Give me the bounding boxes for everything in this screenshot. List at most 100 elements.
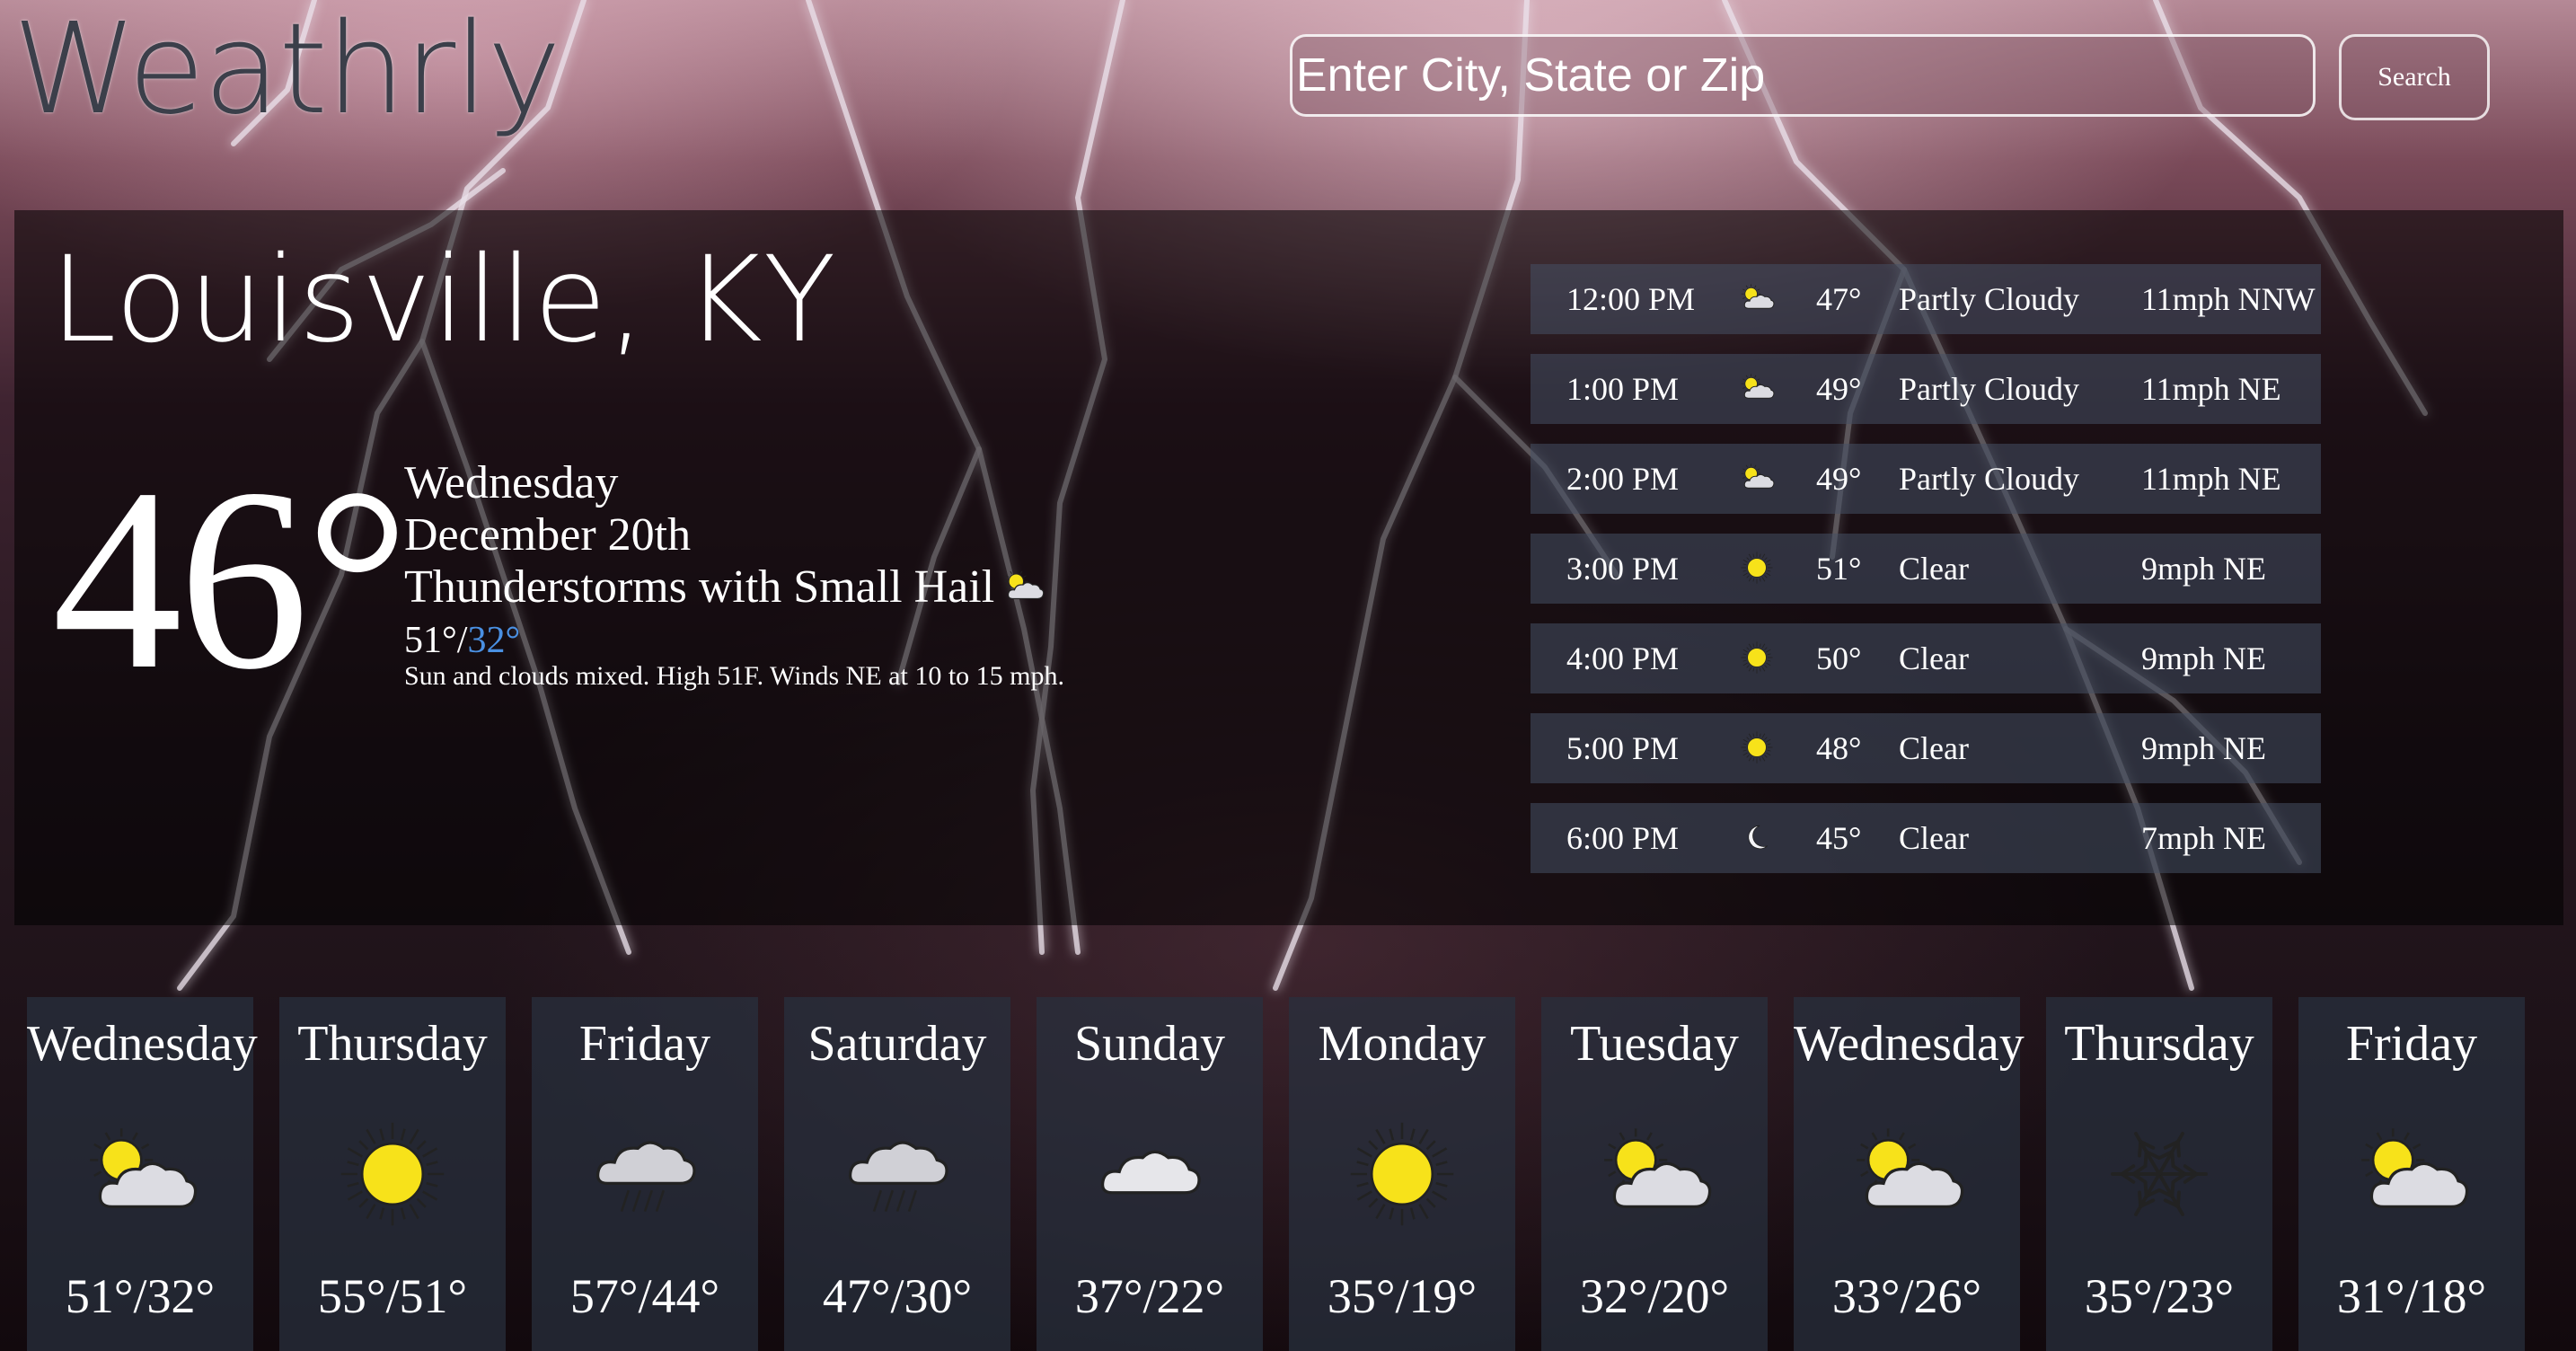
partly-cloudy-icon [2349, 1116, 2475, 1232]
day-temps: 51°/32° [65, 1269, 216, 1323]
hour-wind: 9mph NE [2141, 730, 2266, 766]
partly-cloudy-icon [1739, 280, 1778, 318]
hour-time: 12:00 PM [1566, 281, 1696, 317]
day-card: Saturday 47°/30° [784, 997, 1010, 1351]
day-card: Tuesday 32°/20° [1541, 997, 1768, 1351]
day-name: Friday [578, 1016, 711, 1072]
day-card: Thursday 35°/23° [2046, 997, 2272, 1351]
daily-forecast: Wednesday 51°/32° Thursday 55°/51° Frida… [27, 997, 2576, 1351]
hourly-row: 1:00 PM 49° Partly Cloudy 11mph NE [1531, 354, 2321, 424]
rain-icon [582, 1116, 708, 1232]
day-card: Wednesday 51°/32° [27, 997, 258, 1351]
day-name: Wednesday [1794, 1016, 2025, 1072]
forecast-summary: Sun and clouds mixed. High 51F. Winds NE… [404, 661, 1064, 691]
day-name: Tuesday [1570, 1016, 1739, 1072]
hourly-row: 12:00 PM 47° Partly Cloudy 11mph NNW [1531, 264, 2321, 334]
hour-time: 5:00 PM [1566, 730, 1680, 766]
partly-cloudy-icon [1001, 565, 1045, 617]
hourly-row: 5:00 PM 48° Clear 9mph NE [1531, 713, 2321, 783]
current-date: December 20th [404, 509, 692, 561]
partly-cloudy-icon [1739, 460, 1778, 498]
hour-condition: Clear [1899, 730, 1969, 766]
day-temps: 35°/23° [2084, 1269, 2235, 1323]
hour-temp: 48° [1816, 730, 1862, 766]
cloud-icon [1087, 1116, 1213, 1232]
hour-condition: Clear [1899, 640, 1969, 676]
high-low: 51°/32° [404, 622, 1064, 661]
day-temps: 31°/18° [2336, 1269, 2487, 1323]
hour-wind: 11mph NE [2141, 371, 2281, 407]
day-temps: 55°/51° [317, 1269, 468, 1323]
hour-time: 3:00 PM [1566, 551, 1680, 587]
day-temps: 37°/22° [1074, 1269, 1225, 1323]
hour-temp: 45° [1816, 820, 1862, 856]
day-card: Thursday 55°/51° [279, 997, 506, 1351]
sun-icon [1339, 1116, 1465, 1232]
hour-temp: 47° [1816, 281, 1862, 317]
hour-wind: 7mph NE [2141, 820, 2266, 856]
hour-wind: 9mph NE [2141, 551, 2266, 587]
hour-temp: 51° [1816, 551, 1862, 587]
hour-condition: Partly Cloudy [1899, 371, 2080, 407]
hour-time: 2:00 PM [1566, 461, 1680, 497]
current-details: Wednesday December 20th Thunderstorms wi… [404, 460, 1064, 690]
day-name: Wednesday [27, 1016, 258, 1072]
hour-wind: 9mph NE [2141, 640, 2266, 676]
sun-icon [1739, 550, 1778, 587]
partly-cloudy-icon [1739, 370, 1778, 408]
hour-temp: 49° [1816, 371, 1862, 407]
day-name: Sunday [1074, 1016, 1225, 1072]
rain-icon [834, 1116, 960, 1232]
current-temperature: 46° [52, 435, 410, 723]
high-temp: 51° [404, 620, 457, 661]
day-card: Monday 35°/19° [1289, 997, 1515, 1351]
day-temps: 47°/30° [822, 1269, 973, 1323]
search-input[interactable] [1290, 34, 2316, 117]
hour-condition: Partly Cloudy [1899, 461, 2080, 497]
day-name: Thursday [2064, 1016, 2254, 1072]
sun-icon [330, 1116, 455, 1232]
day-temps: 57°/44° [569, 1269, 720, 1323]
city-name: Louisville, KY [50, 231, 837, 369]
day-card: Sunday 37°/22° [1037, 997, 1263, 1351]
hour-wind: 11mph NNW [2141, 281, 2316, 317]
hour-time: 6:00 PM [1566, 820, 1680, 856]
day-temps: 35°/19° [1327, 1269, 1478, 1323]
day-card: Friday 31°/18° [2298, 997, 2525, 1351]
temp-separator: / [456, 620, 468, 661]
search-button[interactable]: Search [2339, 34, 2490, 120]
day-temps: 33°/26° [1831, 1269, 1982, 1323]
hour-temp: 49° [1816, 461, 1862, 497]
hour-time: 4:00 PM [1566, 640, 1680, 676]
partly-cloudy-icon [1592, 1116, 1717, 1232]
snow-icon [2096, 1116, 2222, 1232]
moon-icon [1739, 819, 1778, 857]
day-temps: 32°/20° [1579, 1269, 1730, 1323]
partly-cloudy-icon [77, 1116, 203, 1232]
partly-cloudy-icon [1844, 1116, 1970, 1232]
day-name: Thursday [297, 1016, 488, 1072]
hourly-row: 3:00 PM 51° Clear 9mph NE [1531, 534, 2321, 604]
sun-icon [1739, 729, 1778, 767]
hourly-forecast: 12:00 PM 47° Partly Cloudy 11mph NNW 1:0… [1531, 264, 2321, 893]
hour-condition: Clear [1899, 551, 1969, 587]
hour-condition: Clear [1899, 820, 1969, 856]
day-name: Friday [2345, 1016, 2478, 1072]
hour-temp: 50° [1816, 640, 1862, 676]
hourly-row: 6:00 PM 45° Clear 7mph NE [1531, 803, 2321, 873]
current-condition: Thunderstorms with Small Hail [404, 564, 1064, 616]
app-logo: Weathrly [13, 0, 561, 143]
hour-condition: Partly Cloudy [1899, 281, 2080, 317]
current-day: Wednesday [404, 457, 619, 508]
day-card: Friday 57°/44° [532, 997, 758, 1351]
hour-time: 1:00 PM [1566, 371, 1680, 407]
day-name: Monday [1318, 1016, 1486, 1072]
day-card: Wednesday 33°/26° [1794, 997, 2025, 1351]
hour-wind: 11mph NE [2141, 461, 2281, 497]
hourly-row: 4:00 PM 50° Clear 9mph NE [1531, 623, 2321, 693]
hourly-row: 2:00 PM 49° Partly Cloudy 11mph NE [1531, 444, 2321, 514]
day-name: Saturday [807, 1016, 987, 1072]
sun-icon [1739, 640, 1778, 677]
current-condition-text: Thunderstorms with Small Hail [404, 561, 995, 613]
low-temp: 32° [467, 620, 521, 661]
